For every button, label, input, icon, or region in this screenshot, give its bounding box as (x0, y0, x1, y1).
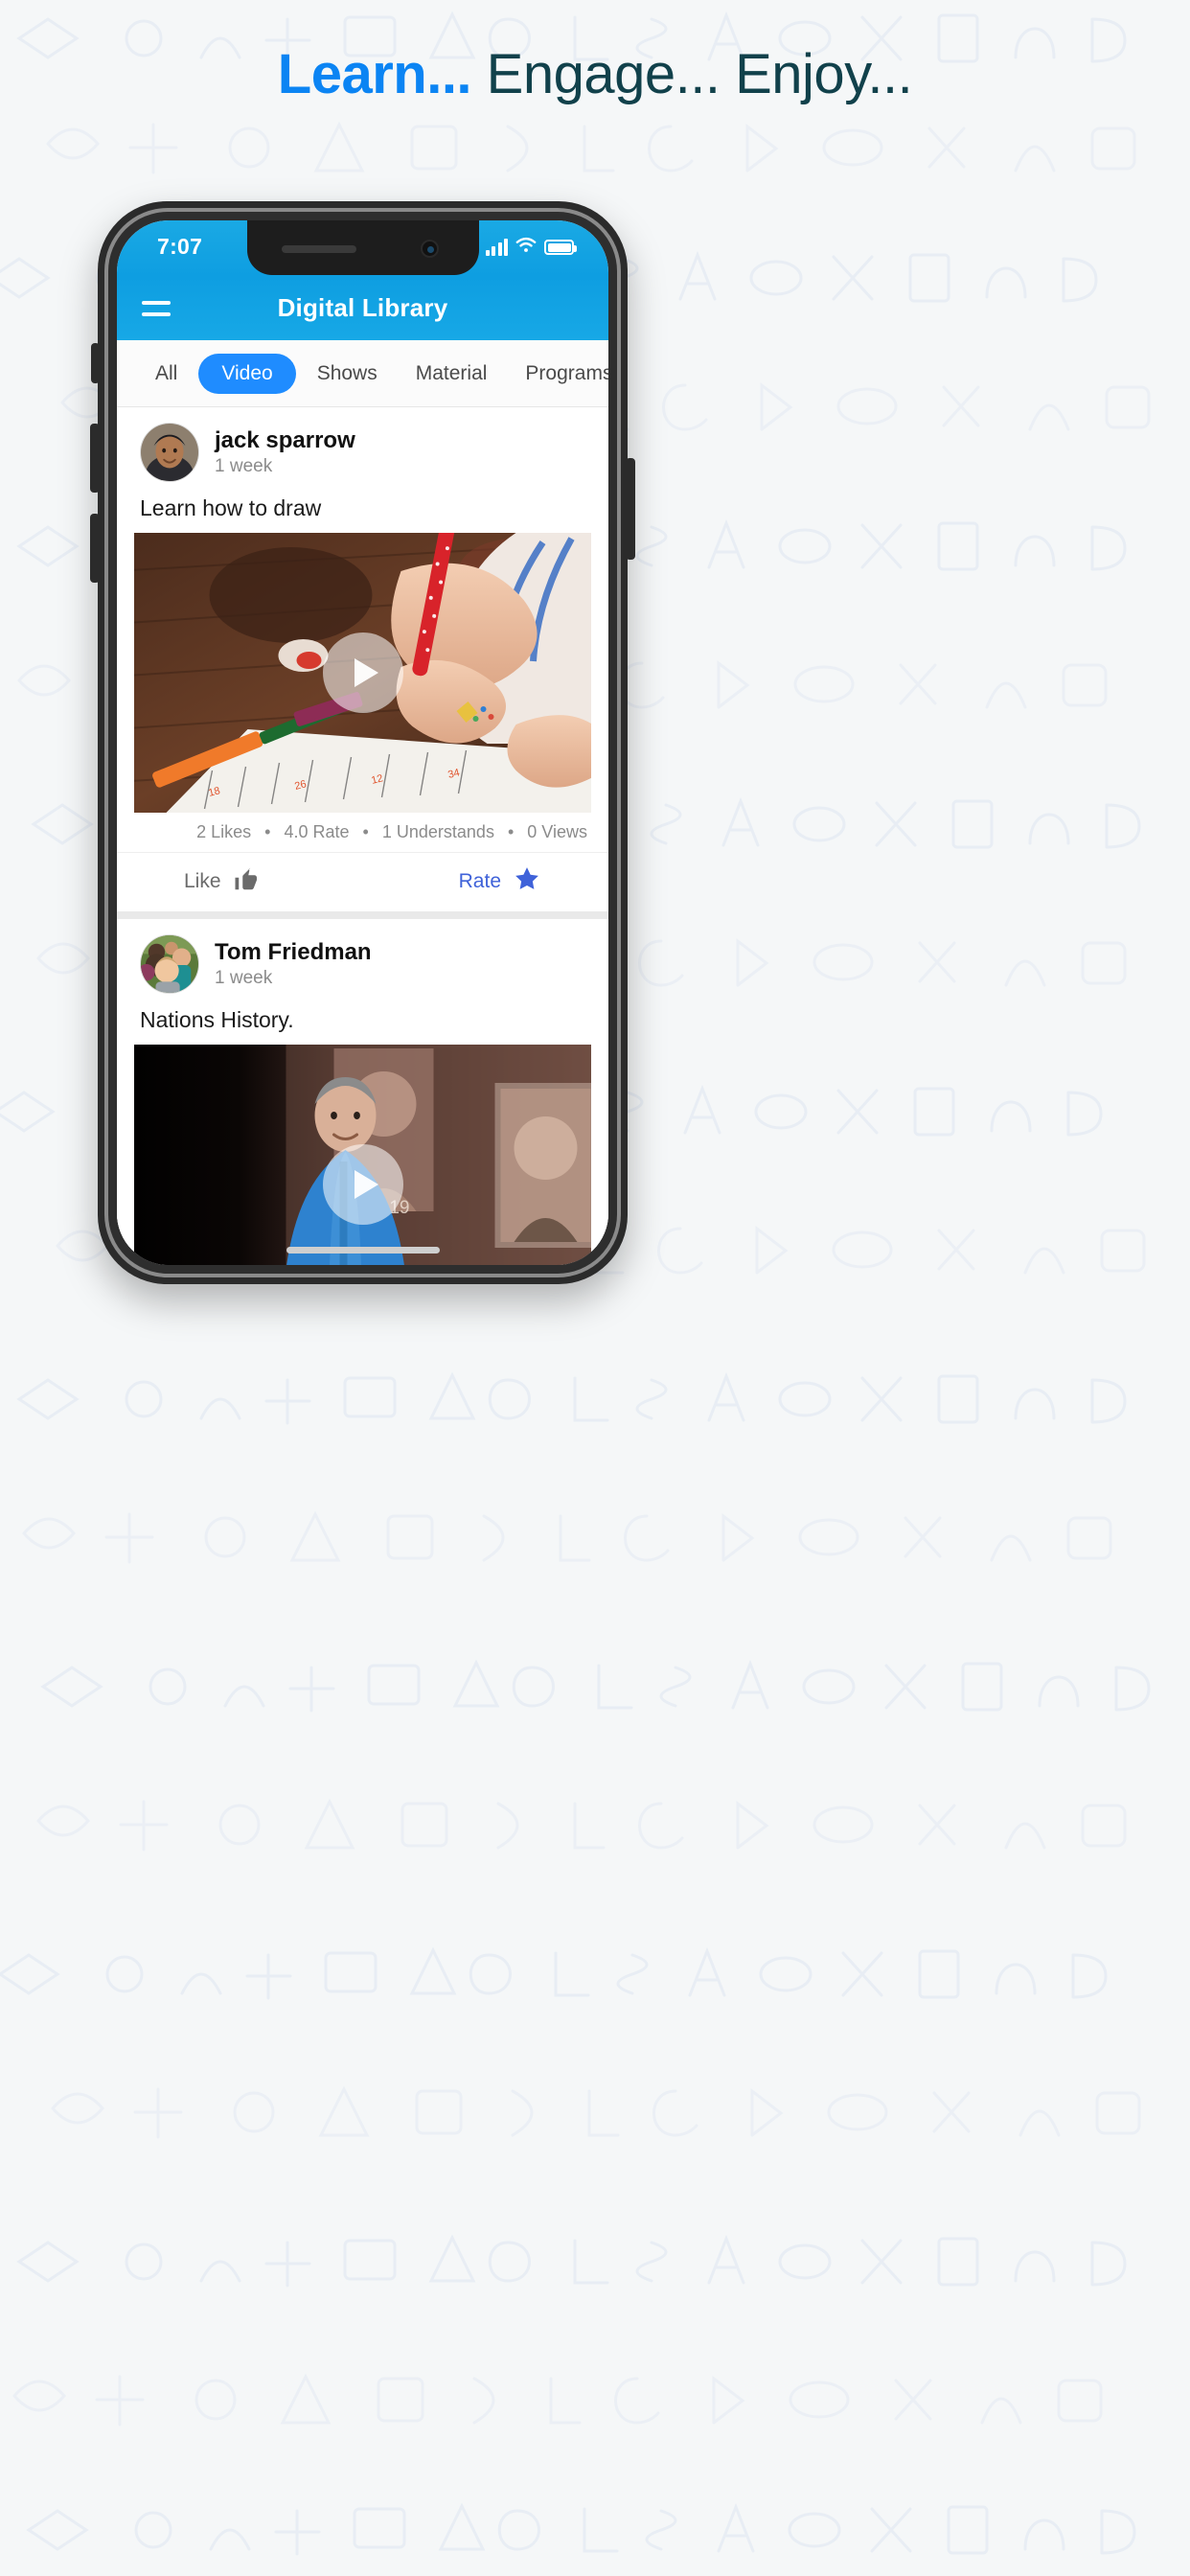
hero-headline: Learn... Engage... Enjoy... (0, 42, 1190, 106)
wifi-icon (515, 237, 537, 258)
app-bar: Digital Library (117, 276, 608, 340)
feed-post: jack sparrow 1 week Learn how to draw 18… (117, 407, 608, 911)
signal-bars-icon (485, 239, 508, 256)
svg-text:Age 47: Age 47 (516, 1263, 574, 1265)
post-timestamp: 1 week (215, 968, 273, 989)
rate-label: Rate (458, 869, 501, 892)
post-text: Nations History. (140, 1007, 294, 1032)
feed-post: Tom Friedman 1 week Nations History. 19 … (117, 919, 608, 1265)
post-actions: Like Rate (117, 853, 608, 911)
post-author-meta: Tom Friedman 1 week (215, 939, 372, 990)
battery-icon (544, 240, 577, 255)
stat-separator: • (507, 822, 515, 841)
stat-views: 0 Views (527, 822, 587, 841)
avatar-jack-sparrow[interactable] (140, 423, 199, 482)
phone-volume-up-button[interactable] (90, 424, 100, 493)
post-author-name: Tom Friedman (215, 938, 372, 965)
tab-all[interactable]: All (138, 354, 195, 394)
phone-power-button[interactable] (626, 458, 635, 560)
post-author-meta: jack sparrow 1 week (215, 427, 355, 478)
tab-video[interactable]: Video (198, 353, 296, 394)
headline-highlight: Learn... (277, 43, 472, 105)
filter-tab-bar: All Video Shows Material Programs (117, 340, 608, 407)
phone-volume-down-button[interactable] (90, 514, 100, 583)
post-text: Learn how to draw (140, 495, 322, 520)
page-title: Digital Library (277, 293, 448, 322)
status-icons (485, 237, 577, 258)
stat-separator: • (362, 822, 369, 841)
tab-material[interactable]: Material (399, 354, 505, 394)
video-thumbnail-nations-history[interactable]: e 19 Age 47 (134, 1045, 591, 1265)
phone-body: 7:07 Digital Library All Video Shows Mat… (108, 212, 617, 1274)
home-indicator-bar (286, 1247, 440, 1254)
stat-separator: • (264, 822, 271, 841)
post-author-name: jack sparrow (215, 426, 355, 453)
rate-button[interactable]: Rate (459, 864, 541, 898)
like-button[interactable]: Like (184, 864, 262, 898)
headline-rest: Engage... Enjoy... (471, 43, 913, 105)
earpiece-speaker (281, 245, 356, 253)
front-camera (420, 240, 439, 258)
phone-screen: 7:07 Digital Library All Video Shows Mat… (117, 220, 608, 1265)
video-thumbnail-learn-how-to-draw[interactable]: 18 26 12 34 (134, 533, 591, 813)
stat-likes: 2 Likes (196, 822, 252, 841)
thumbs-up-icon (233, 864, 262, 898)
stat-rate: 4.0 Rate (284, 822, 350, 841)
post-header: jack sparrow 1 week (117, 407, 608, 488)
hamburger-menu-icon[interactable] (142, 300, 171, 316)
post-timestamp: 1 week (215, 456, 273, 477)
stat-understands: 1 Understands (381, 822, 494, 841)
tab-programs[interactable]: Programs (508, 354, 608, 394)
star-icon (513, 864, 541, 898)
feed-list[interactable]: jack sparrow 1 week Learn how to draw 18… (117, 407, 608, 1265)
post-stats: 2 Likes • 4.0 Rate • 1 Understands • 0 V… (117, 813, 608, 853)
status-clock: 7:07 (157, 234, 203, 259)
phone-mute-button[interactable] (91, 343, 100, 383)
phone-notch (246, 220, 479, 275)
avatar-tom-friedman[interactable] (140, 934, 199, 994)
post-header: Tom Friedman 1 week (117, 919, 608, 1000)
like-label: Like (184, 869, 221, 892)
status-bar: 7:07 (117, 220, 608, 276)
tab-shows[interactable]: Shows (300, 354, 395, 394)
play-icon[interactable] (322, 1144, 403, 1225)
play-icon[interactable] (322, 632, 403, 713)
phone-mockup: 7:07 Digital Library All Video Shows Mat… (90, 201, 635, 1284)
